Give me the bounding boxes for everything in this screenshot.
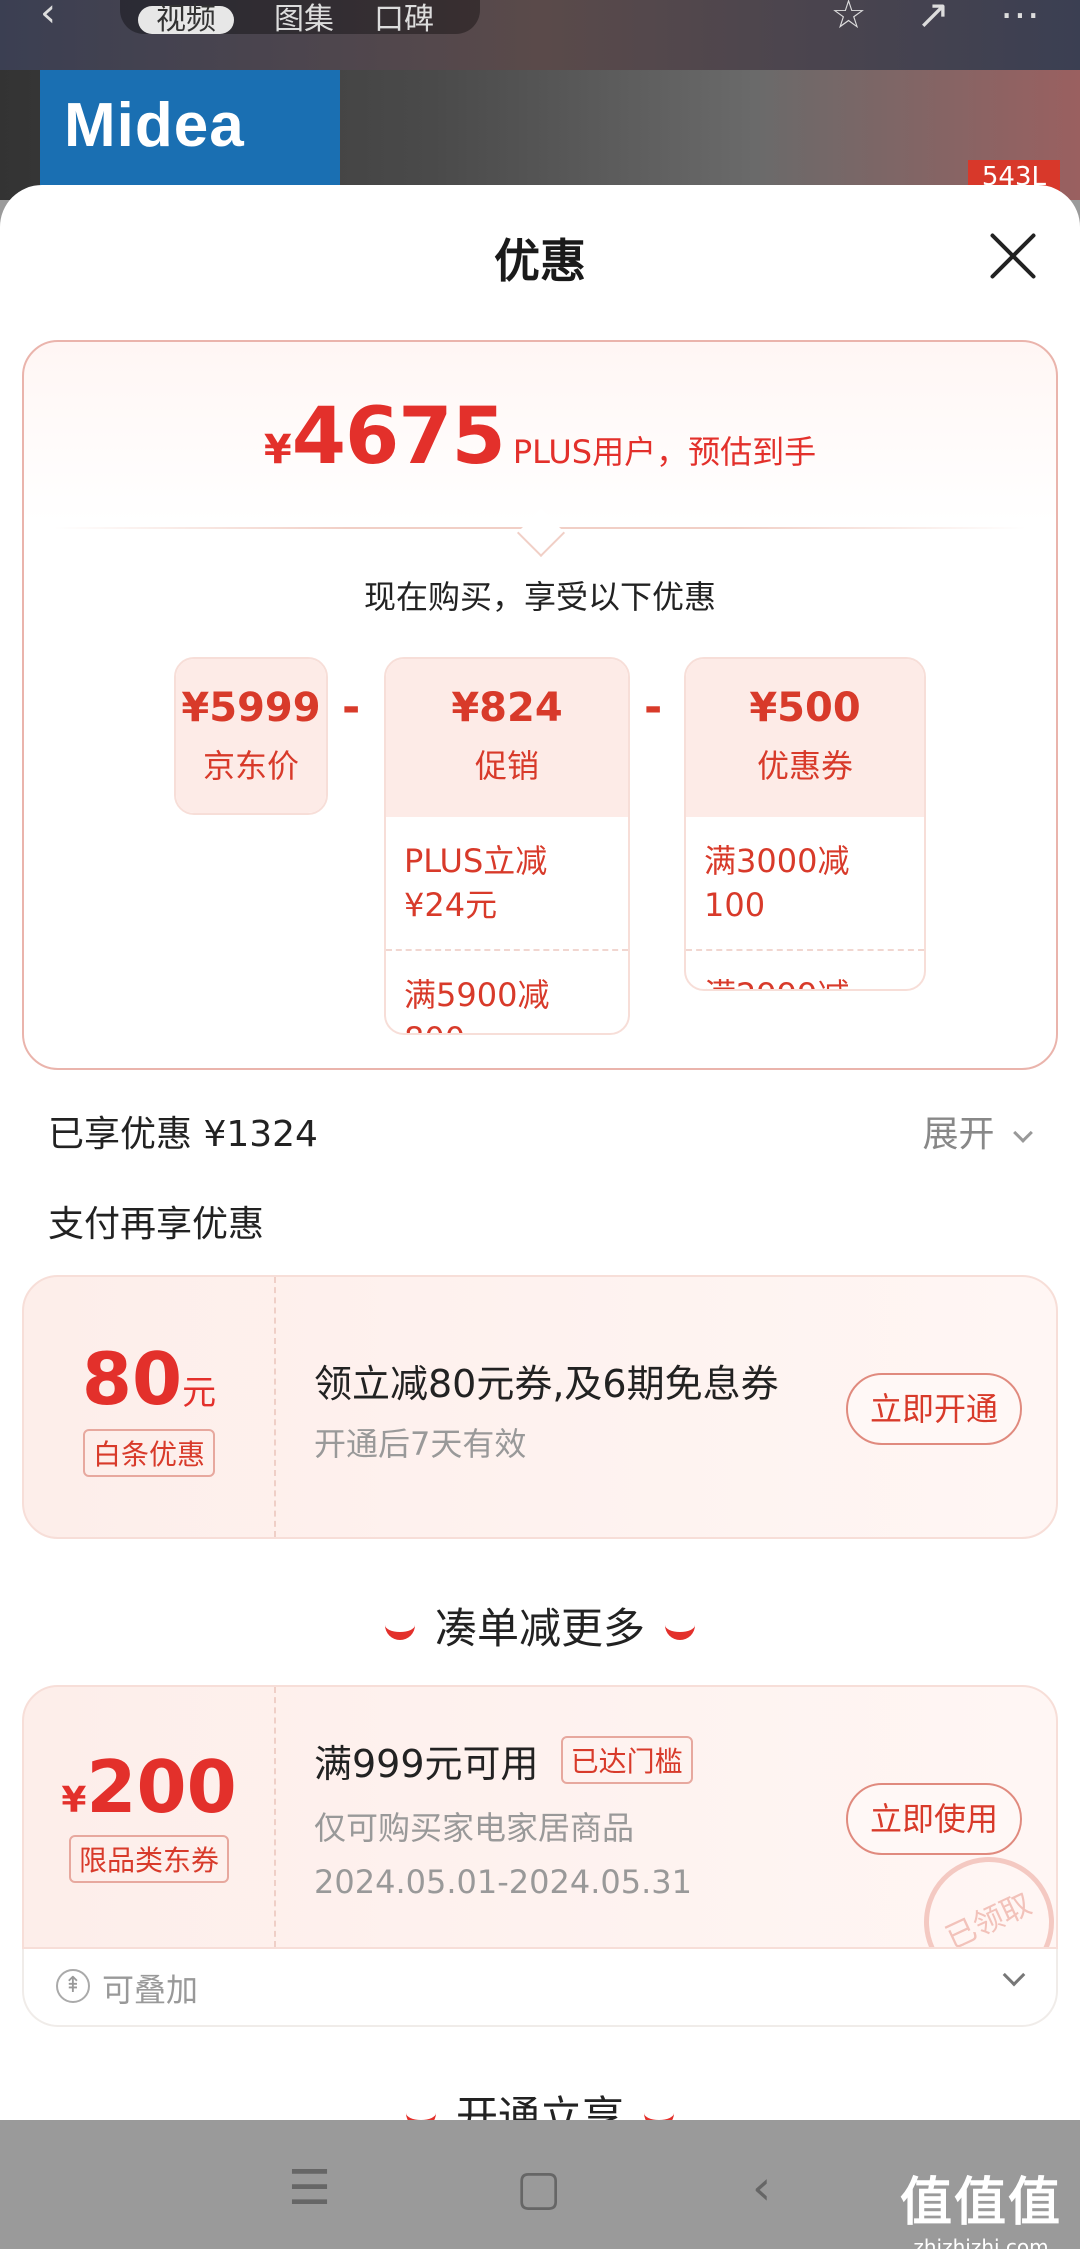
category-amount: 200 xyxy=(86,1745,237,1829)
home-icon[interactable]: ▢ xyxy=(516,2160,561,2216)
smile-icon xyxy=(405,2112,436,2120)
sheet-header: 优惠 xyxy=(0,185,1080,325)
watermark-logo: 值值值 xyxy=(899,2173,1062,2233)
pay-more-title: 支付再享优惠 xyxy=(48,1204,265,1245)
category-coupon: ¥200 限品类东券 满999元可用 已达门槛 仅可购买家电家居商品 2024.… xyxy=(22,1685,1058,1949)
stackable-row[interactable]: ⇞ 可叠加 xyxy=(22,1949,1058,2027)
coupon-item: 满2999减400 xyxy=(686,949,924,989)
baitiao-amount: 80 xyxy=(81,1337,183,1421)
final-price: ¥4675 PLUS用户，预估到手 xyxy=(24,392,1056,482)
smile-icon xyxy=(384,1624,415,1640)
coupon-value: ¥500 xyxy=(749,685,861,731)
use-now-button[interactable]: 立即使用 xyxy=(846,1783,1022,1855)
next-section-label: 开通立享 xyxy=(455,2092,624,2120)
back-arrow-icon[interactable]: ‹ xyxy=(40,0,56,36)
minus-sign: - xyxy=(342,682,361,733)
category-title: 满999元可用 xyxy=(314,1742,539,1786)
next-section-title: 开通立享 xyxy=(0,2083,1080,2120)
header-actions: ☆ ↗ ⋯ xyxy=(831,0,1040,38)
more-section-title: 凑单减更多 xyxy=(0,1595,1080,1656)
divider-caret xyxy=(516,508,566,558)
coupon-box: ¥500 优惠券 满3000减100 满2999减400 xyxy=(684,657,926,991)
baitiao-title: 领立减80元券,及6期免息券 xyxy=(314,1362,779,1406)
final-price-value: 4675 xyxy=(291,392,506,482)
currency-symbol: ¥ xyxy=(263,427,292,473)
jd-price-box: ¥5999 京东价 xyxy=(174,657,328,815)
smile-icon xyxy=(665,1624,695,1640)
promotion-label: 促销 xyxy=(474,747,539,785)
menu-icon[interactable]: ☰ xyxy=(288,2160,331,2216)
chevron-down-icon xyxy=(1013,1123,1033,1143)
stackable-label: 可叠加 xyxy=(102,1971,199,2009)
sheet-title: 优惠 xyxy=(494,234,586,288)
promotion-box: ¥824 促销 PLUS立减 ¥24元 满5900减800 xyxy=(384,657,630,1035)
more-section-label: 凑单减更多 xyxy=(434,1604,645,1653)
watermark: 值值值 zhizhizhi.com xyxy=(900,2160,1062,2249)
promotion-item: 满5900减800 xyxy=(386,949,628,1033)
expand-button[interactable]: 展开 xyxy=(922,1105,1033,1157)
close-icon[interactable] xyxy=(988,230,1038,280)
activate-button[interactable]: 立即开通 xyxy=(846,1373,1022,1445)
buy-now-text: 现在购买，享受以下优惠 xyxy=(363,578,716,616)
brand-logo: Midea xyxy=(40,70,340,190)
category-validity: 2024.05.01-2024.05.31 xyxy=(314,1863,692,1901)
category-amount-area: ¥200 限品类东券 xyxy=(24,1687,276,1947)
promotion-item: PLUS立减 ¥24元 xyxy=(404,842,548,924)
baitiao-amount-area: 80元 白条优惠 xyxy=(24,1277,276,1537)
share-icon[interactable]: ↗ xyxy=(916,0,950,38)
category-tag: 限品类东券 xyxy=(68,1835,229,1883)
discount-sheet: 优惠 ¥4675 PLUS用户，预估到手 现在购买，享受以下优惠 ¥5999 京东… xyxy=(0,185,1080,2120)
baitiao-tag: 白条优惠 xyxy=(82,1429,215,1477)
coupon-label: 优惠券 xyxy=(756,747,853,785)
promotion-value: ¥824 xyxy=(451,685,563,731)
category-currency: ¥ xyxy=(61,1780,87,1821)
price-summary-card: ¥4675 PLUS用户，预估到手 现在购买，享受以下优惠 ¥5999 京东价 -… xyxy=(22,340,1058,1070)
minus-sign: - xyxy=(644,682,663,733)
category-subtitle: 仅可购买家电家居商品 xyxy=(314,1809,635,1847)
back-icon[interactable]: ‹ xyxy=(752,2160,771,2216)
jd-price-label: 京东价 xyxy=(202,747,299,785)
media-tabs: 视频 图集 口碑 xyxy=(120,0,480,35)
baitiao-unit: 元 xyxy=(182,1373,217,1413)
enjoyed-discount: 已享优惠 ¥1324 xyxy=(48,1114,318,1155)
baitiao-coupon: 80元 白条优惠 领立减80元券,及6期免息券 开通后7天有效 立即开通 xyxy=(22,1275,1058,1539)
tab-video[interactable]: 视频 xyxy=(138,5,234,35)
tab-reviews[interactable]: 口碑 xyxy=(374,5,434,35)
jd-price-value: ¥5999 xyxy=(181,685,321,731)
tab-gallery[interactable]: 图集 xyxy=(274,5,334,35)
smile-icon xyxy=(644,2112,674,2120)
more-icon[interactable]: ⋯ xyxy=(1000,0,1040,38)
baitiao-subtitle: 开通后7天有效 xyxy=(314,1425,527,1463)
watermark-url: zhizhizhi.com xyxy=(913,2235,1049,2249)
final-price-note: PLUS用户，预估到手 xyxy=(512,433,817,471)
category-title-row: 满999元可用 已达门槛 xyxy=(314,1733,693,1788)
chevron-down-icon[interactable] xyxy=(1002,1963,1026,1987)
stack-icon: ⇞ xyxy=(56,1969,90,2003)
expand-label: 展开 xyxy=(922,1114,995,1155)
coupon-item: 满3000减100 xyxy=(704,842,850,924)
star-icon[interactable]: ☆ xyxy=(831,0,867,38)
threshold-reached-badge: 已达门槛 xyxy=(560,1736,693,1784)
